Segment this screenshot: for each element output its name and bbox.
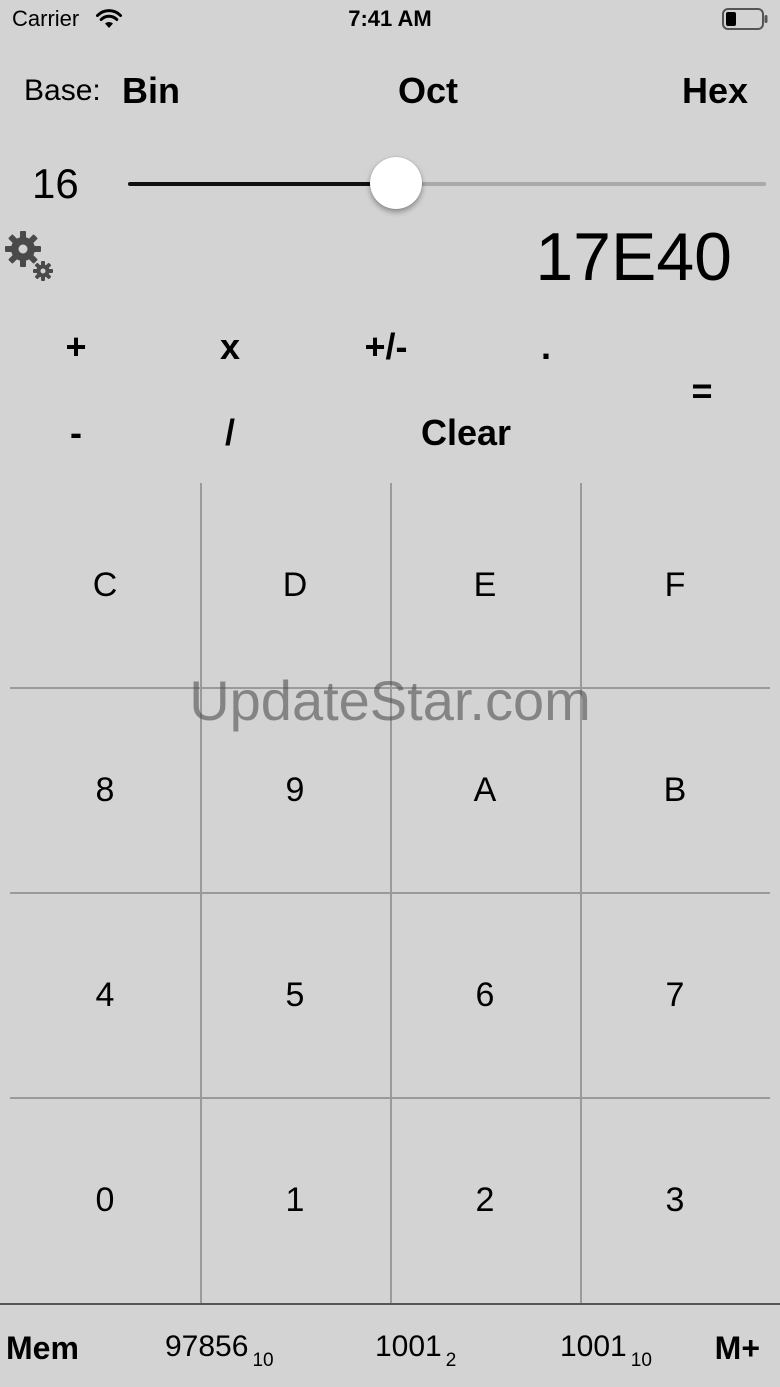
key-6[interactable]: 6 (390, 893, 580, 1098)
memory-slot[interactable]: 1001 10 (560, 1330, 652, 1371)
base-slider-thumb[interactable] (369, 157, 422, 209)
base-bin-button[interactable]: Bin (122, 70, 180, 112)
equals-button[interactable]: = (662, 370, 742, 412)
key-8[interactable]: 8 (10, 688, 200, 893)
key-a[interactable]: A (390, 688, 580, 893)
multiply-button[interactable]: x (190, 326, 270, 368)
key-4[interactable]: 4 (10, 893, 200, 1098)
memory-value: 97856 (165, 1330, 249, 1363)
result-display: 17E40 (535, 219, 732, 295)
base-oct-button[interactable]: Oct (398, 70, 458, 112)
key-0[interactable]: 0 (10, 1098, 200, 1303)
memory-divider (0, 1303, 780, 1305)
key-3[interactable]: 3 (580, 1098, 770, 1303)
memory-value: 1001 (375, 1330, 442, 1363)
memory-base: 10 (630, 1350, 652, 1371)
memory-base: 2 (445, 1350, 457, 1371)
base-slider-fill (128, 182, 396, 186)
plus-button[interactable]: + (36, 326, 116, 368)
divide-button[interactable]: / (190, 412, 270, 454)
mem-plus-button[interactable]: M+ (715, 1330, 760, 1367)
minus-button[interactable]: - (36, 412, 116, 454)
base-label: Base: (24, 74, 101, 107)
key-d[interactable]: D (200, 483, 390, 688)
base-hex-button[interactable]: Hex (682, 70, 748, 112)
memory-value: 1001 (560, 1330, 627, 1363)
key-9[interactable]: 9 (200, 688, 390, 893)
sign-toggle-button[interactable]: +/- (346, 326, 426, 368)
key-5[interactable]: 5 (200, 893, 390, 1098)
key-7[interactable]: 7 (580, 893, 770, 1098)
key-b[interactable]: B (580, 688, 770, 893)
status-time: 7:41 AM (348, 6, 432, 31)
memory-slot[interactable]: 1001 2 (375, 1330, 456, 1371)
decimal-button[interactable]: . (506, 326, 586, 368)
memory-base: 10 (252, 1350, 274, 1371)
mem-button[interactable]: Mem (6, 1330, 79, 1367)
memory-slot[interactable]: 97856 10 (165, 1330, 274, 1371)
gear-icon[interactable] (2, 228, 58, 286)
key-2[interactable]: 2 (390, 1098, 580, 1303)
key-e[interactable]: E (390, 483, 580, 688)
slider-value: 16 (32, 160, 79, 207)
key-f[interactable]: F (580, 483, 770, 688)
key-c[interactable]: C (10, 483, 200, 688)
clear-button[interactable]: Clear (410, 412, 522, 454)
battery-icon (722, 8, 768, 30)
key-1[interactable]: 1 (200, 1098, 390, 1303)
keypad: C D E F 8 9 A B 4 5 6 7 0 1 2 3 (10, 483, 770, 1303)
